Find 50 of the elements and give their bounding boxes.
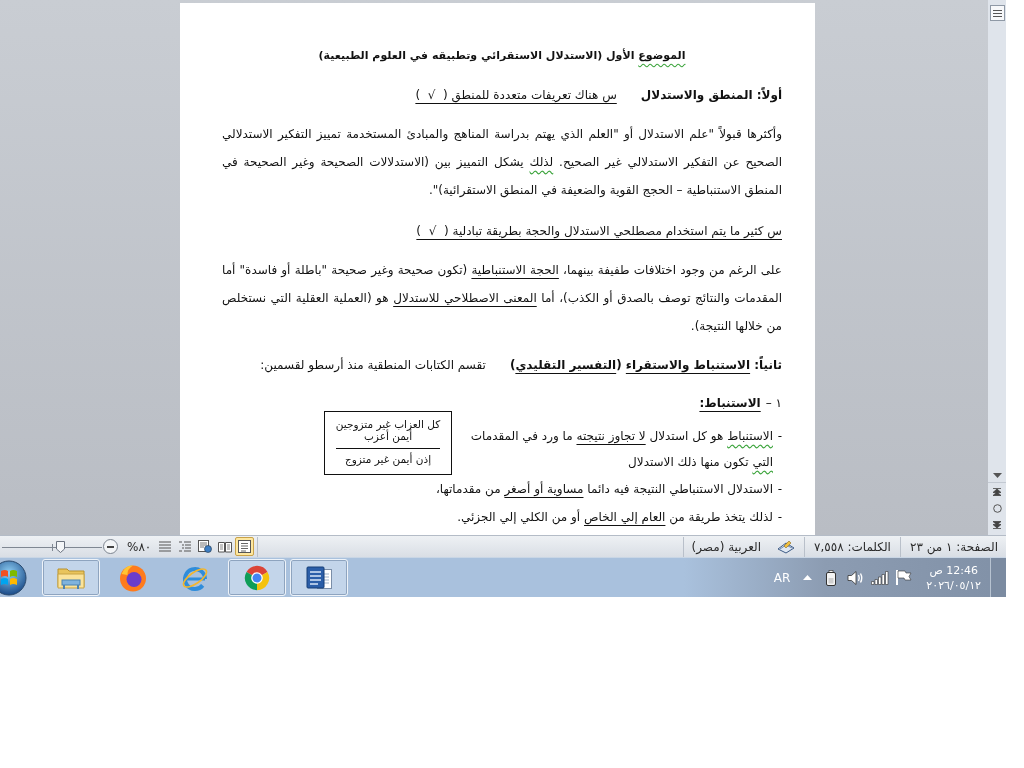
statement-text: تقسم الكتابات المنطقية منذ أرسطو لقسمين: [260,356,486,375]
taskbar-app-button[interactable] [228,559,286,596]
view-button[interactable] [235,537,255,556]
show-hidden-icons-button[interactable] [802,572,814,583]
paragraph: وأكثرها قبولاً "علم الاستدلال أو "العلم الذي يهتم بدراسة المناهج والمبادئ المستخدمة تمييز التفكير الاستدلالي الصحيح عن التفكير الاستدلالي غير الصحيح. لذلك يشكل التمييز بين (الاستدلالات الصحيحة وغير الصحيحة في المنطق الاستنباطية – الحجج القوية والضعيفة في المنطق الاستقرائية)". [222,125,782,200]
bullet-item: - لذلك يتخذ طريقة من العام إلي الخاص أو من الكلي إلي الجزئي. [456,508,782,527]
slider-thumb[interactable] [55,540,65,553]
flame-globe-icon [118,562,148,593]
zoom-slider[interactable] [2,539,102,554]
view-button[interactable] [195,537,215,556]
document-icon [304,563,334,592]
question-text: س كثير ما يتم استخدام مصطلحي الاستدلال والحجة بطريقة تبادلية ( √ ) [415,223,782,241]
caret-up-icon [803,575,813,580]
box-line: كل العزاب غير متزوجين [335,418,441,430]
word-count[interactable]: الكلمات: ٧,٥٥٨ [814,537,891,556]
box-line: إذن أيمن غير متزوج [344,453,432,465]
section-heading: أولاً: المنطق والاستدلال [640,86,782,105]
language-label[interactable]: العربية (مصر) [691,537,761,556]
double-caret-down-icon [993,521,1001,529]
book-pencil-icon[interactable] [777,539,795,554]
bullet-item: - الاستدلال الاستنباطي النتيجة فيه دائما مساوية أو أصغر من مقدماتها، [434,480,782,499]
double-caret-up-icon [993,487,1001,496]
bullet-item: - الاستنباط هو كل استدلال لا تجاوز نتيجته ما ورد في المقدمات التي تكون منها ذلك الاستدلال [470,428,782,472]
lines-icon [158,541,171,552]
start-button[interactable] [0,559,27,596]
triangle-down-icon [992,472,1002,478]
outline-icon [178,541,191,552]
page-icon [238,540,252,553]
ruler-toggle-button[interactable] [989,5,1005,21]
numbered-heading: ١ – الاستنباط: [698,395,782,412]
circle-icon [992,504,1002,513]
web-page-icon [197,540,212,553]
flag-orb-icon [0,559,27,596]
vertical-scrollbar[interactable] [988,0,1006,535]
box-line: أيمن أعزب [363,430,413,442]
statement-text: س هناك تعريفات متعددة للمنطق ( √ ) [415,87,617,105]
zoom-out-button[interactable] [103,539,118,554]
battery-icon[interactable] [826,569,837,586]
zoom-level-button[interactable]: %٨٠ [127,539,152,554]
taskbar-app-button[interactable] [290,559,348,596]
paragraph: على الرغم من وجود اختلافات طفيفة بينهما، الحجة الاستنباطية (تكون صحيحة وغير صحيحة "باطلة أو فاسدة" أما المقدمات والنتائج توصف بالصدق أو الكذب)، أما المعنى الاصطلاحي للاستدلال هو (العملية العقلية التي نستخلص من خلالها النتيجة). [222,261,782,336]
flag-icon[interactable] [895,569,913,586]
signal-bars-icon[interactable] [871,570,890,585]
section-heading: ثانياً: الاستنباط والاستقراء ( التفسير التقليدي) [509,355,782,375]
lines-icon [992,9,1002,17]
wheel-logo-icon [243,563,271,592]
document-title: الموضوع الأول (الاستدلال الاستقرائي وتطبيقه في العلوم الطبيعية) [317,47,687,64]
minus-icon [107,545,114,548]
open-book-icon [217,540,232,553]
page-count[interactable]: الصفحة: ١ من ٢٣ [909,537,998,556]
